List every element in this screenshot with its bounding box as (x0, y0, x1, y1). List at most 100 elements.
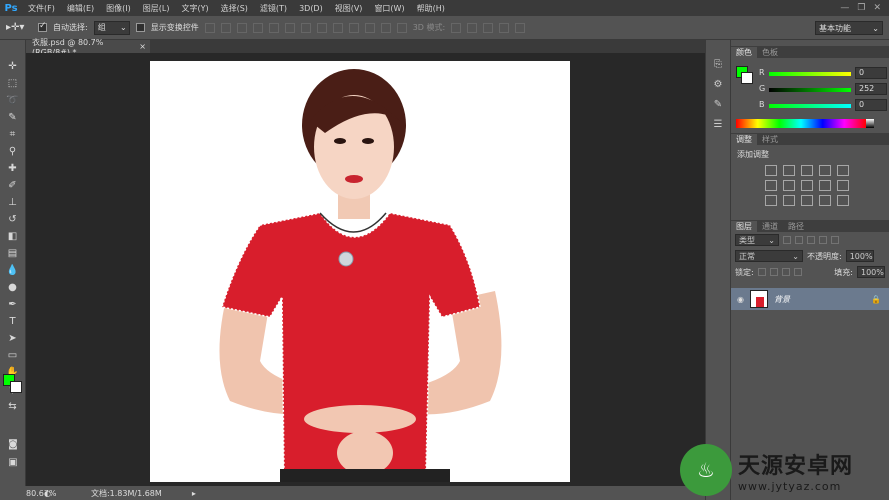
filter-type-icon[interactable] (807, 236, 815, 244)
align-left-icon[interactable] (252, 22, 263, 33)
auto-select-checkbox[interactable] (38, 21, 47, 32)
brightness-icon[interactable] (765, 165, 777, 176)
healing-brush-tool-icon[interactable]: ✚ (3, 160, 23, 176)
g-value-field[interactable]: 252 (855, 83, 887, 95)
color-spectrum[interactable] (736, 119, 866, 128)
menu-filter[interactable]: 滤镜(T) (254, 3, 293, 14)
document-tab[interactable]: 衣服.psd @ 80.7%(RGB/8#) * × (26, 38, 150, 57)
shape-tool-icon[interactable]: ▭ (3, 347, 23, 363)
fill-field[interactable]: 100% (857, 266, 885, 278)
tab-channels[interactable]: 通道 (757, 221, 783, 232)
show-transform-checkbox[interactable] (135, 23, 145, 32)
lock-transparent-icon[interactable] (757, 268, 766, 276)
filter-adjust-icon[interactable] (795, 236, 803, 244)
tab-styles[interactable]: 样式 (757, 134, 783, 145)
blur-tool-icon[interactable]: 💧 (3, 262, 23, 278)
levels-icon[interactable] (783, 165, 795, 176)
lasso-tool-icon[interactable]: ➰ (3, 92, 23, 108)
photo-filter-icon[interactable] (819, 180, 831, 191)
auto-align-icon[interactable] (396, 22, 407, 33)
menu-file[interactable]: 文件(F) (22, 3, 61, 14)
distribute-hcenter-icon[interactable] (364, 22, 375, 33)
eye-icon[interactable]: ◉ (737, 295, 744, 304)
screen-mode-icon[interactable]: ▣ (3, 454, 23, 470)
tab-swatches[interactable]: 色板 (757, 47, 783, 58)
g-slider[interactable] (769, 88, 851, 92)
actions-icon[interactable]: ☰ (709, 116, 727, 132)
opacity-field[interactable]: 100% (845, 250, 874, 262)
swap-colors-icon[interactable]: ⇆ (3, 398, 23, 414)
menu-image[interactable]: 图像(I) (100, 3, 137, 14)
history-icon[interactable]: ⎘ (709, 56, 727, 72)
workspace-switcher[interactable]: 基本功能 ⌄ (815, 21, 883, 35)
b-slider[interactable] (769, 104, 851, 108)
filter-pixel-icon[interactable] (783, 236, 791, 244)
b-value-field[interactable]: 0 (855, 99, 887, 111)
eyedropper-tool-icon[interactable]: ⚲ (3, 143, 23, 159)
gradient-map-icon[interactable] (819, 195, 831, 206)
brush-presets-icon[interactable]: ✎ (709, 96, 727, 112)
quick-mask-icon[interactable]: ◙ (3, 436, 23, 452)
selective-color-icon[interactable] (837, 195, 849, 206)
layer-filter-dropdown[interactable]: 类型 ⌄ (735, 234, 779, 246)
align-top-icon[interactable] (204, 22, 215, 33)
color-spectrum-bw[interactable] (866, 119, 874, 128)
type-tool-icon[interactable]: T (3, 313, 23, 329)
close-tab-icon[interactable]: × (139, 42, 146, 51)
orbit-3d-icon[interactable] (451, 22, 462, 33)
color-balance-icon[interactable] (783, 180, 795, 191)
move-tool-preset-icon[interactable]: ▸✛▾ (6, 20, 32, 36)
invert-icon[interactable] (765, 195, 777, 206)
black-white-icon[interactable] (801, 180, 813, 191)
menu-edit[interactable]: 编辑(E) (61, 3, 100, 14)
threshold-icon[interactable] (801, 195, 813, 206)
layer-name[interactable]: 背景 (774, 294, 790, 305)
marquee-tool-icon[interactable]: ⬚ (3, 75, 23, 91)
tab-adjustments[interactable]: 调整 (731, 134, 757, 145)
vibrance-icon[interactable] (837, 165, 849, 176)
lock-pixels-icon[interactable] (769, 268, 778, 276)
status-arrow-icon[interactable]: ▸ (192, 489, 196, 498)
close-icon[interactable]: ✕ (873, 3, 881, 13)
roll-3d-icon[interactable] (467, 22, 478, 33)
hue-saturation-icon[interactable] (765, 180, 777, 191)
quick-select-tool-icon[interactable]: ✎ (3, 109, 23, 125)
filter-smart-icon[interactable] (831, 236, 839, 244)
align-hcenter-icon[interactable] (268, 22, 279, 33)
drag-3d-icon[interactable] (483, 22, 494, 33)
scale-3d-icon[interactable] (515, 22, 526, 33)
align-right-icon[interactable] (284, 22, 295, 33)
dodge-tool-icon[interactable]: ● (3, 279, 23, 295)
lock-position-icon[interactable] (781, 268, 790, 276)
distribute-vcenter-icon[interactable] (316, 22, 327, 33)
menu-help[interactable]: 帮助(H) (411, 3, 451, 14)
minimize-icon[interactable]: — (840, 3, 849, 13)
gradient-tool-icon[interactable]: ▤ (3, 245, 23, 261)
menu-select[interactable]: 选择(S) (215, 3, 254, 14)
path-select-tool-icon[interactable]: ➤ (3, 330, 23, 346)
align-vcenter-icon[interactable] (220, 22, 231, 33)
menu-layer[interactable]: 图层(L) (137, 3, 176, 14)
properties-icon[interactable]: ⚙ (709, 76, 727, 92)
color-background-swatch[interactable] (741, 72, 753, 84)
r-value-field[interactable]: 0 (855, 67, 887, 79)
tab-color[interactable]: 颜色 (731, 47, 757, 58)
align-bottom-icon[interactable] (236, 22, 247, 33)
clone-stamp-tool-icon[interactable]: ⊥ (3, 194, 23, 210)
pen-tool-icon[interactable]: ✒ (3, 296, 23, 312)
background-color-swatch[interactable] (10, 381, 22, 393)
blend-mode-dropdown[interactable]: 正常 ⌄ (735, 250, 803, 262)
layer-row-background[interactable]: ◉ 背景 🔒 (731, 288, 889, 310)
slide-3d-icon[interactable] (499, 22, 510, 33)
tab-layers[interactable]: 图层 (731, 221, 757, 232)
document-canvas[interactable] (150, 61, 570, 482)
menu-3d[interactable]: 3D(D) (293, 4, 329, 13)
channel-mixer-icon[interactable] (837, 180, 849, 191)
crop-tool-icon[interactable]: ⌗ (3, 126, 23, 142)
posterize-icon[interactable] (783, 195, 795, 206)
status-menu-icon[interactable]: ◐ (44, 489, 51, 498)
distribute-left-icon[interactable] (348, 22, 359, 33)
menu-window[interactable]: 窗口(W) (368, 3, 410, 14)
menu-type[interactable]: 文字(Y) (175, 3, 214, 14)
distribute-top-icon[interactable] (300, 22, 311, 33)
